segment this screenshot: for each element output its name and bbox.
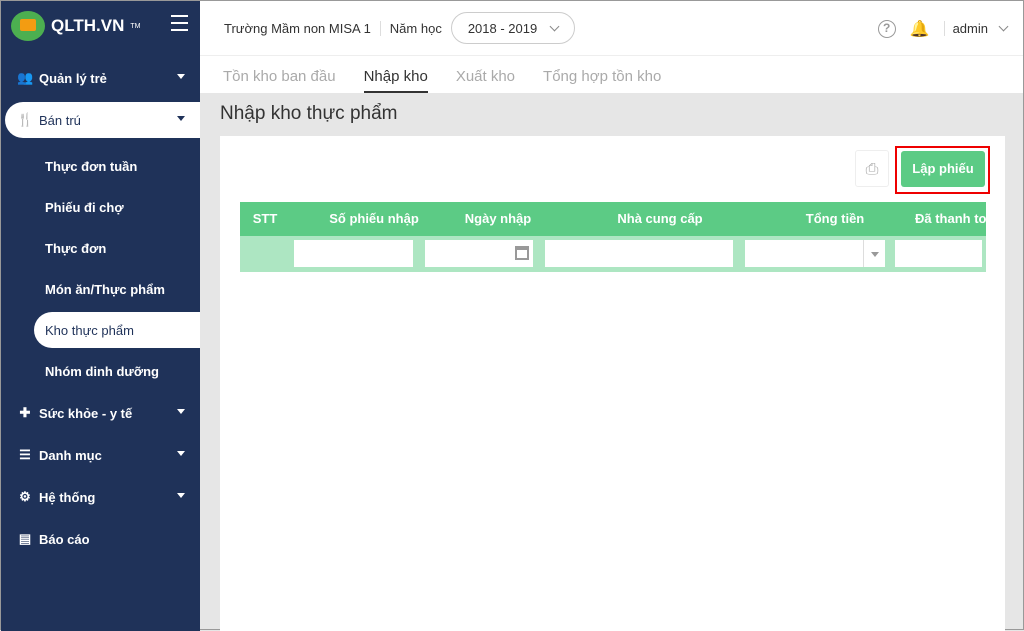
col-ngay-nhap: Ngày nhập	[464, 211, 532, 226]
tabs: Tồn kho ban đầu Nhập kho Xuất kho Tổng h…	[200, 56, 1023, 93]
col-da-thanh-toan: Đã thanh toán	[915, 211, 986, 226]
tab-xuat-kho[interactable]: Xuất kho	[456, 56, 515, 93]
filter-ngay-nhap-input[interactable]	[425, 240, 533, 267]
filter-operator-dropdown[interactable]	[863, 240, 885, 267]
table-header: STT Số phiếu nhập Ngày nhập Nhà cung cấp…	[240, 202, 986, 236]
user-menu[interactable]: admin	[943, 21, 1009, 36]
logo-tm: TM	[130, 22, 141, 30]
sidebar-item-label: Quản lý trẻ	[39, 70, 107, 86]
sidebar-subitem-phieu-di-cho[interactable]: Phiếu đi chợ	[1, 189, 200, 225]
sidebar: QLTH.VN TM 👥 Quản lý trẻ 🍴 Bán trú Thực đơn…	[1, 1, 200, 631]
username: admin	[952, 21, 988, 36]
filter-da-thanh-toan-input[interactable]	[895, 240, 982, 267]
sidebar-item-ban-tru[interactable]: 🍴 Bán trú	[5, 102, 200, 138]
sidebar-subitem-thuc-don-tuan[interactable]: Thực đơn tuần	[1, 148, 200, 184]
filter-nha-cung-cap-input[interactable]	[545, 240, 733, 267]
sidebar-item-label: Danh mục	[39, 447, 102, 463]
logo[interactable]: QLTH.VN TM	[11, 11, 140, 41]
caret-down-icon	[177, 493, 185, 498]
sidebar-item-he-thong[interactable]: ⚙ Hệ thống	[1, 479, 200, 515]
header: Trường Mầm non MISA 1 Năm học 2018 - 201…	[200, 1, 1023, 56]
tab-nhap-kho[interactable]: Nhập kho	[363, 56, 428, 93]
logo-icon	[11, 11, 45, 41]
filter-tong-tien-input[interactable]	[745, 240, 863, 267]
caret-down-icon	[177, 116, 185, 121]
caret-down-icon	[177, 451, 185, 456]
logo-text: QLTH.VN	[51, 16, 125, 35]
page-title: Nhập kho thực phẩm	[220, 103, 398, 124]
chevron-down-icon	[549, 21, 560, 31]
year-value: 2018 - 2019	[467, 20, 538, 36]
col-so-phieu: Số phiếu nhập	[329, 211, 419, 226]
content-panel: ⎙ Lập phiếu STT Số phiếu nhập Ngày nhập …	[220, 136, 1005, 631]
sidebar-subitem-kho-thuc-pham[interactable]: Kho thực phẩm	[34, 312, 200, 348]
chevron-down-icon	[998, 21, 1009, 32]
sidebar-item-label: Bán trú	[39, 112, 81, 128]
tab-tong-hop-ton-kho[interactable]: Tổng hợp tồn kho	[543, 56, 661, 93]
sidebar-item-suc-khoe[interactable]: ✚ Sức khỏe - y tế	[1, 395, 200, 431]
menu-toggle-icon[interactable]	[171, 15, 188, 31]
calendar-icon[interactable]	[515, 246, 529, 260]
sidebar-item-danh-muc[interactable]: ☰ Danh mục	[1, 437, 200, 473]
col-tong-tien: Tổng tiền	[805, 211, 865, 226]
sidebar-item-label: Hệ thống	[39, 489, 96, 505]
sidebar-subitem-thuc-don[interactable]: Thực đơn	[1, 230, 200, 266]
create-voucher-button[interactable]: Lập phiếu	[901, 151, 985, 187]
gear-icon: ⚙	[19, 489, 31, 504]
sidebar-item-quan-ly-tre[interactable]: 👥 Quản lý trẻ	[1, 60, 200, 96]
report-icon: ▤	[18, 531, 32, 546]
year-label: Năm học	[389, 20, 442, 36]
utensils-icon: 🍴	[17, 112, 34, 127]
col-stt: STT	[252, 211, 278, 226]
medkit-icon: ✚	[19, 405, 31, 420]
caret-down-icon	[177, 409, 185, 414]
caret-down-icon	[177, 74, 185, 79]
filter-so-phieu-input[interactable]	[294, 240, 413, 267]
bell-icon[interactable]: 🔔	[910, 19, 930, 39]
sidebar-item-label: Sức khỏe - y tế	[39, 405, 133, 421]
sidebar-item-label: Báo cáo	[39, 531, 90, 547]
sidebar-subitem-nhom-dinh-duong[interactable]: Nhóm dinh dưỡng	[1, 353, 200, 389]
sidebar-subitem-mon-an[interactable]: Món ăn/Thực phẩm	[1, 271, 200, 307]
year-select[interactable]: 2018 - 2019	[450, 12, 575, 44]
list-icon: ☰	[19, 447, 31, 462]
tab-ton-kho-ban-dau[interactable]: Tồn kho ban đầu	[223, 56, 336, 93]
filter-row	[240, 236, 986, 272]
school-name: Trường Mầm non MISA 1	[224, 20, 381, 36]
sidebar-item-bao-cao[interactable]: ▤ Báo cáo	[1, 521, 200, 557]
col-nha-cung-cap: Nhà cung cấp	[617, 211, 703, 226]
print-icon[interactable]: ⎙	[855, 150, 889, 187]
help-icon[interactable]: ?	[877, 19, 896, 38]
users-icon: 👥	[17, 70, 34, 85]
